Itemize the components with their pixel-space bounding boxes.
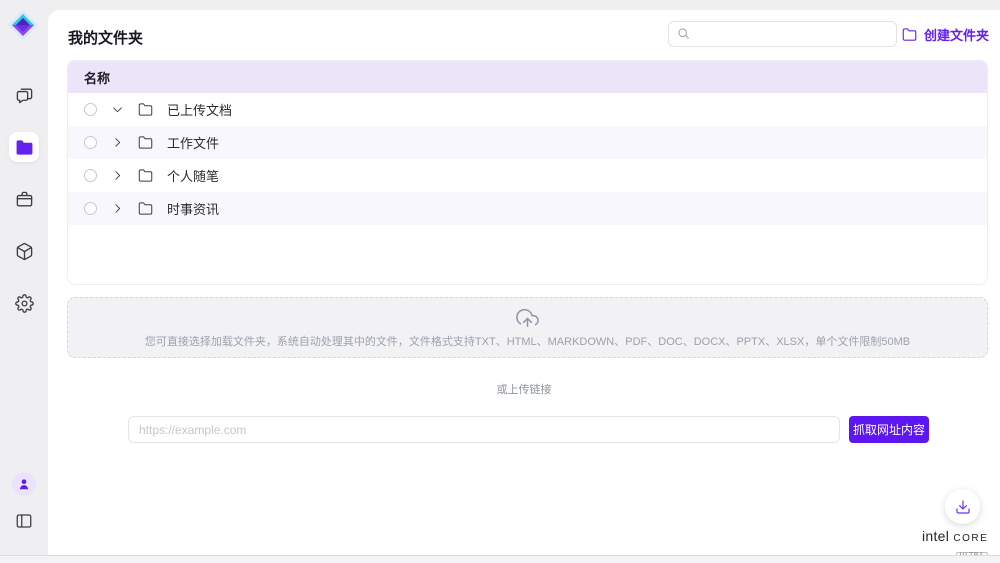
column-header-name: 名称 <box>84 68 110 87</box>
chat-icon <box>15 86 34 105</box>
row-checkbox[interactable] <box>84 202 97 215</box>
download-icon <box>955 499 971 515</box>
folder-name: 工作文件 <box>167 133 219 152</box>
sidebar-item-folders[interactable] <box>9 132 39 162</box>
search-box <box>668 21 897 47</box>
chevron-right-icon[interactable] <box>111 202 124 215</box>
user-avatar[interactable] <box>12 472 36 496</box>
briefcase-icon <box>15 190 34 209</box>
table-row[interactable]: 个人随笔 <box>68 159 987 192</box>
folder-icon <box>15 138 34 157</box>
folder-icon <box>138 168 153 183</box>
table-row[interactable]: 工作文件 <box>68 126 987 159</box>
create-folder-button[interactable]: 创建文件夹 <box>902 25 989 44</box>
fetch-url-button[interactable]: 抓取网址内容 <box>849 416 929 443</box>
panel-toggle-icon <box>15 512 33 530</box>
sidebar-item-workspace[interactable] <box>9 184 39 214</box>
folder-plus-icon <box>902 27 917 42</box>
folder-name: 已上传文档 <box>167 100 232 119</box>
app-logo-gem-icon <box>7 9 39 41</box>
upload-hint: 您可直接选择加载文件夹，系统自动处理其中的文件，文件格式支持TXT、HTML、M… <box>145 333 910 349</box>
row-checkbox[interactable] <box>84 169 97 182</box>
sidebar-item-settings[interactable] <box>9 288 39 318</box>
row-checkbox[interactable] <box>84 103 97 116</box>
table-header: 名称 <box>68 61 987 93</box>
chevron-right-icon[interactable] <box>111 136 124 149</box>
folder-icon <box>138 135 153 150</box>
folder-icon <box>138 201 153 216</box>
sidebar <box>0 0 48 563</box>
intel-word: intel <box>922 528 949 544</box>
row-checkbox[interactable] <box>84 136 97 149</box>
search-icon <box>677 27 690 40</box>
folder-table: 名称 已上传文档 工作文件 个人随笔 时事资讯 <box>67 60 988 285</box>
sidebar-item-chat[interactable] <box>9 80 39 110</box>
folder-name: 个人随笔 <box>167 166 219 185</box>
page-title: 我的文件夹 <box>68 27 143 48</box>
chevron-down-icon[interactable] <box>111 103 124 116</box>
search-input[interactable] <box>668 21 897 47</box>
sidebar-item-models[interactable] <box>9 236 39 266</box>
folder-icon <box>138 102 153 117</box>
url-input[interactable] <box>128 416 840 443</box>
main-panel: 我的文件夹 创建文件夹 名称 已上传文档 工作文件 <box>48 10 1000 556</box>
cloud-upload-icon <box>516 307 539 330</box>
collapse-sidebar-button[interactable] <box>9 506 39 536</box>
window-bottom-edge <box>0 555 1000 563</box>
table-row[interactable]: 已上传文档 <box>68 93 987 126</box>
user-icon <box>17 477 31 491</box>
create-folder-label: 创建文件夹 <box>924 25 989 44</box>
box-icon <box>15 242 34 261</box>
core-word: core <box>953 528 988 544</box>
or-upload-link-label: 或上传链接 <box>48 381 1000 397</box>
table-row[interactable]: 时事资讯 <box>68 192 987 225</box>
upload-dropzone[interactable]: 您可直接选择加载文件夹，系统自动处理其中的文件，文件格式支持TXT、HTML、M… <box>67 297 988 358</box>
download-fab-button[interactable] <box>945 489 980 524</box>
folder-name: 时事资讯 <box>167 199 219 218</box>
gear-icon <box>15 294 34 313</box>
chevron-right-icon[interactable] <box>111 169 124 182</box>
